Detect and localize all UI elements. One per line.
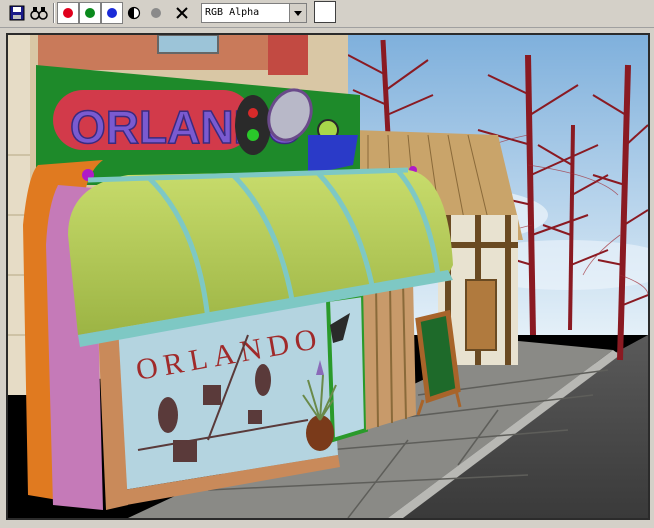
alpha-channel-toggle[interactable] — [123, 2, 145, 24]
render-viewport: ORLANDO ORLANDO — [6, 33, 650, 520]
red-dot-icon — [63, 8, 73, 18]
green-dot-icon — [85, 8, 95, 18]
channel-select[interactable]: RGB Alpha — [201, 3, 307, 23]
plant-pot — [306, 415, 334, 451]
clear-button[interactable] — [171, 2, 193, 24]
color-swatch[interactable] — [314, 1, 336, 23]
half-circle-icon — [127, 6, 141, 20]
x-icon — [176, 7, 188, 19]
dropdown-arrow[interactable] — [289, 4, 306, 22]
red-channel-toggle[interactable] — [57, 2, 79, 24]
toolbar-separator — [53, 3, 54, 23]
blue-dot-icon — [107, 8, 117, 18]
channel-select-value: RGB Alpha — [205, 7, 260, 18]
render-frame-toolbar: RGB Alpha — [0, 0, 654, 28]
gray-dot-icon — [151, 8, 161, 18]
monochrome-toggle[interactable] — [145, 2, 167, 24]
chevron-down-icon — [294, 10, 302, 16]
blue-channel-toggle[interactable] — [101, 2, 123, 24]
right-door — [465, 279, 497, 351]
green-channel-toggle[interactable] — [79, 2, 101, 24]
chalkboard-sign — [415, 309, 461, 404]
save-button[interactable] — [6, 2, 28, 24]
floppy-disk-icon — [9, 5, 25, 21]
rendered-image: ORLANDO ORLANDO — [8, 35, 648, 518]
binoculars-icon — [30, 7, 48, 20]
clone-window-button[interactable] — [28, 2, 50, 24]
